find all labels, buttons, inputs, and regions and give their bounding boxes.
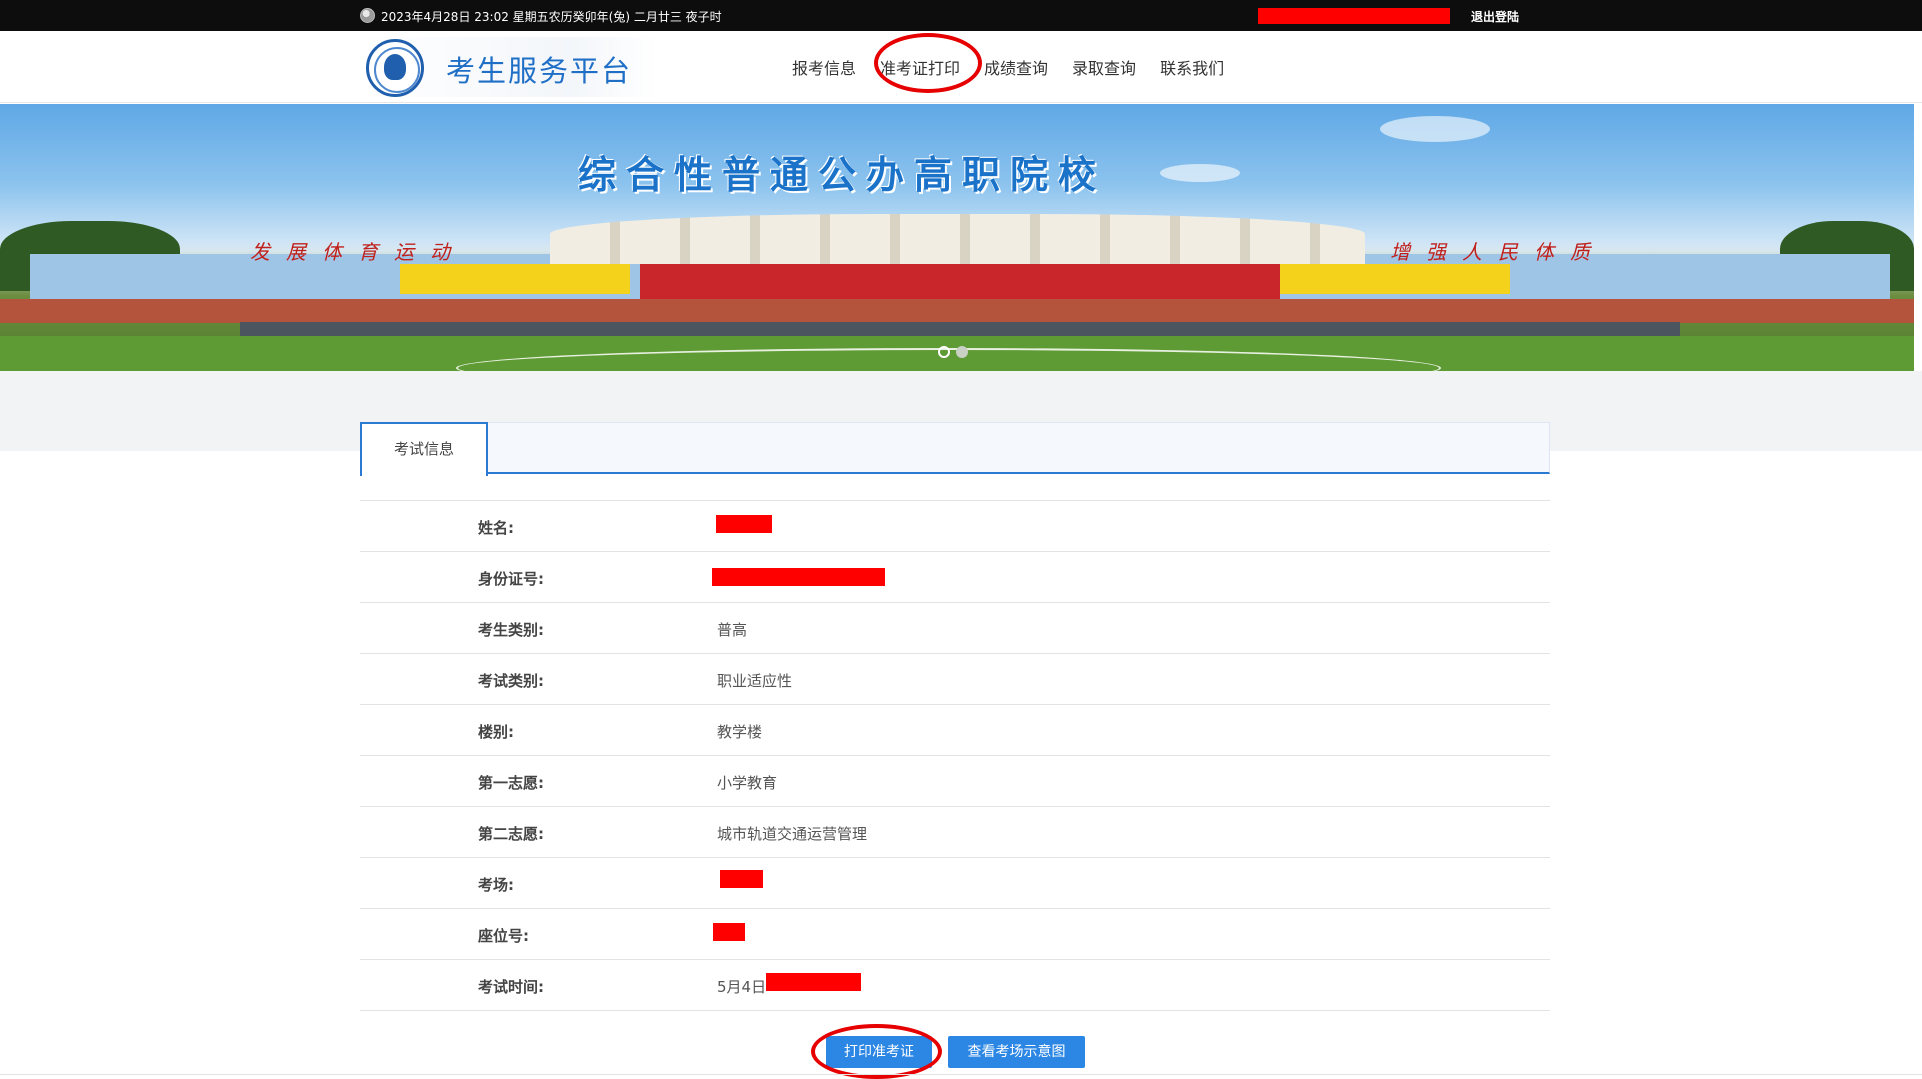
- id-number-redacted: [712, 568, 885, 586]
- logout-link[interactable]: 退出登陆: [1471, 8, 1519, 25]
- tab-bar: 考试信息: [360, 422, 1550, 476]
- carousel-dot-active[interactable]: [938, 346, 950, 358]
- crowd-row: [240, 322, 1680, 336]
- nav-contact-us[interactable]: 联系我们: [1160, 55, 1224, 79]
- globe-icon: [360, 8, 375, 23]
- cloud-shape: [1380, 116, 1490, 142]
- row-label: 考生类别:: [478, 621, 544, 639]
- stand-canopy: [550, 214, 1365, 264]
- tab-exam-info[interactable]: 考试信息: [360, 422, 488, 476]
- main-nav: 报考信息 准考证打印 成绩查询 录取查询 联系我们: [792, 55, 1248, 79]
- table-row: 姓名:: [360, 501, 1550, 552]
- school-emblem-icon: [366, 39, 424, 97]
- yellow-seats-left: [400, 264, 630, 294]
- exam-info-table: 姓名: 身份证号: 考生类别: 普高 考试类别: 职业适应性 楼别: 教学楼 第…: [360, 500, 1550, 1011]
- annotation-circle-print-button: [811, 1024, 942, 1079]
- row-label: 身份证号:: [478, 570, 544, 588]
- name-redacted: [716, 515, 772, 533]
- row-label: 楼别:: [478, 723, 514, 741]
- site-logo[interactable]: 考生服务平台: [362, 37, 658, 97]
- center-stand: [640, 262, 1280, 302]
- row-label: 考试时间:: [478, 978, 544, 996]
- banner-carousel: 综合性普通公办高职院校 发展体育运动 增强人民体质: [0, 104, 1914, 371]
- top-bar: 2023年4月28日 23:02 星期五农历癸卯年(兔) 二月廿三 夜子时 退出…: [0, 0, 1922, 31]
- row-value: 教学楼: [717, 723, 763, 741]
- banner-right-text: 增强人民体质: [1390, 240, 1606, 264]
- exam-time-redacted: [766, 973, 861, 991]
- carousel-dot[interactable]: [956, 346, 968, 358]
- row-label: 考场:: [478, 876, 514, 894]
- table-row: 楼别: 教学楼: [360, 705, 1550, 756]
- date-time-text: 2023年4月28日 23:02 星期五农历癸卯年(兔) 二月廿三 夜子时: [381, 10, 722, 24]
- nav-registration-info[interactable]: 报考信息: [792, 55, 856, 79]
- row-label: 考试类别:: [478, 672, 544, 690]
- seat-number-redacted: [713, 923, 745, 941]
- nav-score-query[interactable]: 成绩查询: [984, 55, 1048, 79]
- divider: [0, 1074, 1922, 1075]
- view-exam-room-map-button[interactable]: 查看考场示意图: [948, 1036, 1085, 1068]
- banner-slogan: 综合性普通公办高职院校: [578, 153, 1107, 197]
- row-label: 第二志愿:: [478, 825, 544, 843]
- row-value: 小学教育: [717, 774, 778, 792]
- nav-admission-query[interactable]: 录取查询: [1072, 55, 1136, 79]
- table-row: 考场:: [360, 858, 1550, 909]
- yellow-seats-right: [1280, 264, 1510, 294]
- row-value: 5月4日: [717, 978, 767, 996]
- username-redacted: [1258, 8, 1450, 24]
- banner-left-text: 发展体育运动: [250, 240, 466, 264]
- row-value: 职业适应性: [717, 672, 793, 690]
- row-label: 姓名:: [478, 519, 514, 537]
- cloud-shape: [1160, 164, 1240, 182]
- row-label: 第一志愿:: [478, 774, 544, 792]
- exam-room-redacted: [720, 870, 763, 888]
- table-row: 座位号:: [360, 909, 1550, 960]
- table-row: 考试类别: 职业适应性: [360, 654, 1550, 705]
- table-row: 第二志愿: 城市轨道交通运营管理: [360, 807, 1550, 858]
- table-row: 考生类别: 普高: [360, 603, 1550, 654]
- platform-title: 考生服务平台: [446, 54, 633, 88]
- stand-wall: [0, 299, 1914, 323]
- annotation-circle-nav: [874, 33, 982, 93]
- row-value: 城市轨道交通运营管理: [717, 825, 868, 843]
- row-value: 普高: [717, 621, 748, 639]
- table-row: 考试时间: 5月4日: [360, 960, 1550, 1011]
- row-label: 座位号:: [478, 927, 529, 945]
- table-row: 第一志愿: 小学教育: [360, 756, 1550, 807]
- table-row: 身份证号:: [360, 552, 1550, 603]
